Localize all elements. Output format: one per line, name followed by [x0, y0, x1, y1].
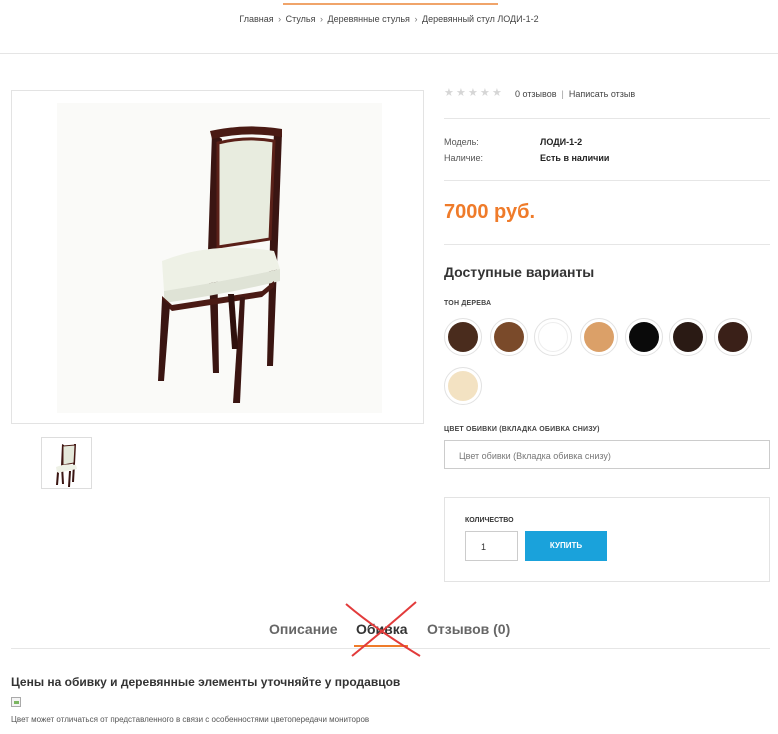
star-empty-icon: ★	[468, 87, 478, 99]
wood-tone-swatch-wenge[interactable]	[669, 318, 707, 356]
spec-availability: Наличие: Есть в наличии	[444, 153, 609, 163]
breadcrumb-separator: ›	[414, 14, 418, 24]
spec-model-value: ЛОДИ-1-2	[540, 137, 583, 147]
header-accent-line	[283, 3, 498, 5]
broken-image-icon	[11, 697, 21, 707]
swatch-color	[718, 322, 748, 352]
content-note: Цвет может отличаться от представленного…	[11, 715, 370, 724]
spec-model: Модель: ЛОДИ-1-2	[444, 137, 582, 147]
options-title: Доступные варианты	[444, 264, 595, 280]
wood-tone-swatch-walnut[interactable]	[490, 318, 528, 356]
product-price: 7000 руб.	[444, 201, 536, 223]
divider	[444, 118, 770, 119]
wood-tone-label: ТОН ДЕРЕВА	[444, 300, 492, 307]
breadcrumb-item-wooden-chairs[interactable]: Деревянные стулья	[328, 14, 410, 24]
product-main-image[interactable]	[11, 90, 424, 424]
content-title: Цены на обивку и деревянные элементы уто…	[11, 675, 401, 689]
breadcrumb: Главная › Стулья › Деревянные стулья › Д…	[0, 14, 778, 24]
product-thumbnail[interactable]	[41, 437, 92, 489]
wood-tone-swatch-dark-walnut[interactable]	[444, 318, 482, 356]
upholstery-label: ЦВЕТ ОБИВКИ (ВКЛАДКА ОБИВКА СНИЗУ)	[444, 426, 600, 433]
upholstery-select[interactable]: Цвет обивки (Вкладка обивка снизу)	[444, 440, 770, 469]
red-cross-annotation-icon	[345, 601, 421, 657]
breadcrumb-item-chairs[interactable]: Стулья	[286, 14, 316, 24]
star-empty-icon: ★	[444, 87, 454, 99]
rating-divider: |	[561, 88, 564, 99]
spec-model-label: Модель:	[444, 137, 479, 147]
swatch-color	[448, 371, 478, 401]
buy-button[interactable]: КУПИТЬ	[525, 531, 607, 561]
header-divider	[0, 53, 778, 54]
write-review-link[interactable]: Написать отзыв	[569, 89, 635, 99]
star-empty-icon: ★	[456, 87, 466, 99]
swatch-color	[538, 322, 568, 352]
rating-stars: ★ ★ ★ ★ ★	[444, 88, 503, 99]
wood-tone-swatch-white[interactable]	[534, 318, 572, 356]
divider	[444, 180, 770, 181]
chair-thumbnail-icon	[56, 444, 77, 487]
breadcrumb-separator: ›	[278, 14, 282, 24]
breadcrumb-separator: ›	[320, 14, 323, 24]
wood-tone-swatch-dark-brown[interactable]	[714, 318, 752, 356]
swatch-color	[494, 322, 524, 352]
star-empty-icon: ★	[492, 87, 502, 99]
quantity-label: КОЛИЧЕСТВО	[465, 517, 514, 524]
rating-row: ★ ★ ★ ★ ★ 0 отзывов | Написать отзыв	[444, 88, 635, 99]
swatch-color	[448, 322, 478, 352]
swatch-color	[629, 322, 659, 352]
purchase-box: КОЛИЧЕСТВО 1 КУПИТЬ	[444, 497, 770, 582]
swatch-color	[673, 322, 703, 352]
star-empty-icon: ★	[480, 87, 490, 99]
spec-availability-label: Наличие:	[444, 153, 484, 163]
wood-tone-swatch-black[interactable]	[625, 318, 663, 356]
swatch-color	[584, 322, 614, 352]
spec-availability-value: Есть в наличии	[540, 153, 610, 163]
wood-tone-swatch-light-oak[interactable]	[580, 318, 618, 356]
chair-illustration	[158, 126, 282, 403]
divider	[444, 244, 770, 245]
breadcrumb-item-home[interactable]: Главная	[239, 14, 273, 24]
tab-reviews[interactable]: Отзывов (0)	[427, 621, 510, 637]
breadcrumb-item-current[interactable]: Деревянный стул ЛОДИ-1-2	[422, 14, 539, 24]
quantity-input[interactable]: 1	[465, 531, 518, 561]
tab-description[interactable]: Описание	[269, 621, 338, 637]
reviews-count-link[interactable]: 0 отзывов	[515, 89, 557, 99]
wood-tone-swatch-bleached-oak[interactable]	[444, 367, 482, 405]
